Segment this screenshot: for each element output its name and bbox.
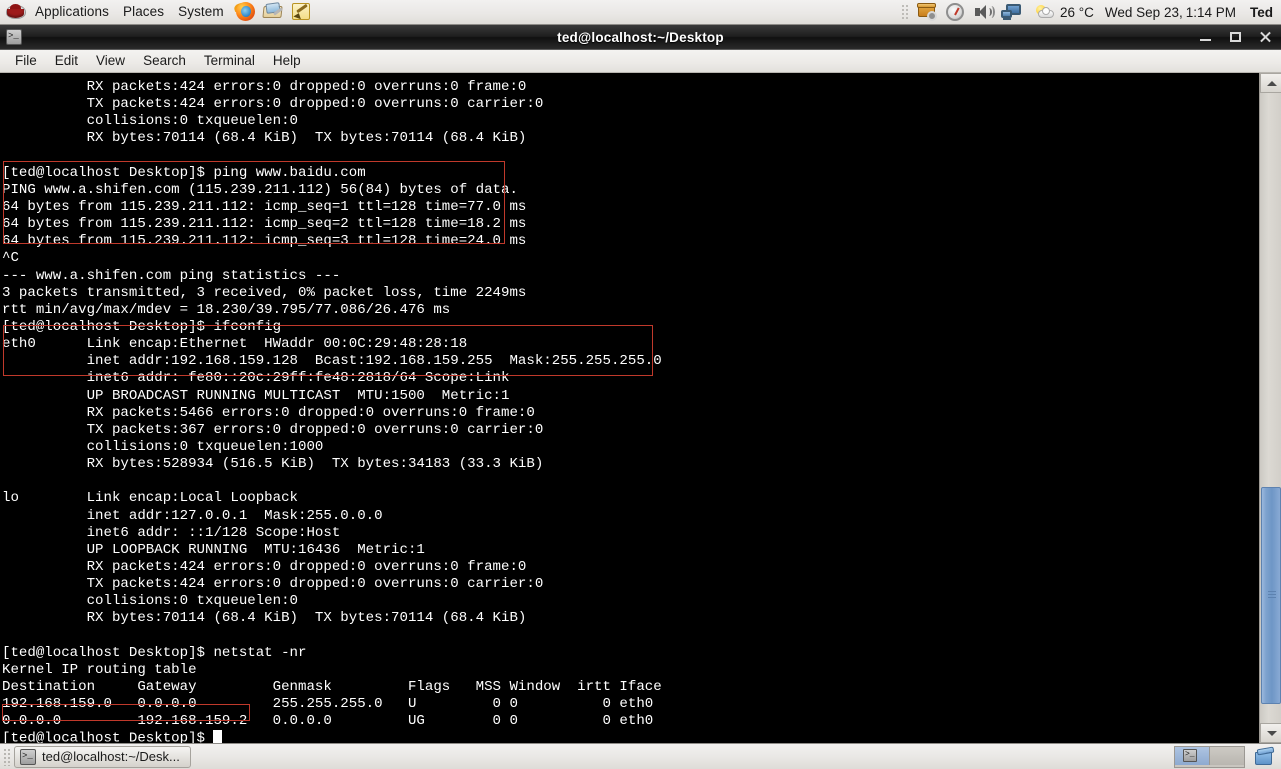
menu-places[interactable]: Places: [116, 0, 171, 24]
terminal-line: 192.168.159.0 0.0.0.0 255.255.255.0 U 0 …: [2, 696, 654, 713]
terminal-icon: [1183, 748, 1197, 762]
workspace-1[interactable]: [1175, 746, 1209, 765]
redhat-logo-icon: [6, 2, 26, 22]
minimize-button[interactable]: [1197, 29, 1213, 45]
menu-file[interactable]: File: [6, 50, 46, 72]
terminal-icon: [20, 748, 36, 765]
terminal-line: UP LOOPBACK RUNNING MTU:16436 Metric:1: [2, 541, 425, 558]
tray-separator-handle: [900, 4, 908, 20]
terminal-line: 64 bytes from 115.239.211.112: icmp_seq=…: [2, 233, 527, 250]
terminal-icon: [6, 29, 22, 45]
terminal-line: RX packets:424 errors:0 dropped:0 overru…: [2, 558, 527, 575]
menu-view[interactable]: View: [87, 50, 134, 72]
terminal-line: lo Link encap:Local Loopback: [2, 490, 299, 507]
window-menubar: File Edit View Search Terminal Help: [0, 50, 1281, 73]
scroll-down-button[interactable]: [1260, 723, 1281, 743]
terminal-line: TX packets:424 errors:0 dropped:0 overru…: [2, 96, 544, 113]
menu-edit[interactable]: Edit: [46, 50, 87, 72]
scrollbar-thumb[interactable]: [1261, 486, 1281, 705]
terminal-line: eth0 Link encap:Ethernet HWaddr 00:0C:29…: [2, 336, 468, 353]
top-panel: Applications Places System 26 °C Wed Sep…: [0, 0, 1281, 25]
terminal-line: RX bytes:70114 (68.4 KiB) TX bytes:70114…: [2, 130, 527, 147]
terminal-line: [ted@localhost Desktop]$ netstat -nr: [2, 644, 307, 661]
menu-help[interactable]: Help: [264, 50, 310, 72]
firefox-launcher-icon[interactable]: [232, 0, 258, 24]
menu-search[interactable]: Search: [134, 50, 195, 72]
chevron-down-icon: [1267, 731, 1277, 736]
desktop-root: Applications Places System 26 °C Wed Sep…: [0, 0, 1281, 769]
terminal-line: ^C: [2, 250, 19, 267]
terminal-line: inet addr:192.168.159.128 Bcast:192.168.…: [2, 353, 662, 370]
terminal-output[interactable]: RX packets:424 errors:0 dropped:0 overru…: [0, 73, 1259, 743]
terminal-vertical-scrollbar[interactable]: [1259, 73, 1281, 743]
window-title: ted@localhost:~/Desktop: [557, 29, 724, 45]
terminal-line: collisions:0 txqueuelen:0: [2, 593, 299, 610]
terminal-prompt: [ted@localhost Desktop]$: [2, 730, 214, 743]
terminal-line: rtt min/avg/max/mdev = 18.230/39.795/77.…: [2, 301, 451, 318]
terminal-line: RX packets:424 errors:0 dropped:0 overru…: [2, 79, 527, 95]
evolution-launcher-icon[interactable]: [260, 0, 286, 24]
terminal-body[interactable]: RX packets:424 errors:0 dropped:0 overru…: [0, 73, 1281, 743]
terminal-line: --- www.a.shifen.com ping statistics ---: [2, 267, 341, 284]
trash-icon[interactable]: [1253, 746, 1275, 768]
scroll-up-button[interactable]: [1260, 73, 1281, 93]
date-label[interactable]: Wed Sep 23,: [1105, 5, 1183, 20]
menu-applications[interactable]: Applications: [28, 0, 116, 24]
taskbar-item-label: ted@localhost:~/Desk...: [42, 749, 180, 764]
scrollbar-grip-icon: [1268, 591, 1276, 600]
workspace-2[interactable]: [1209, 746, 1244, 765]
gauge-icon[interactable]: [944, 1, 968, 23]
terminal-line: TX packets:367 errors:0 dropped:0 overru…: [2, 421, 544, 438]
terminal-prompt-line[interactable]: [ted@localhost Desktop]$: [2, 730, 1259, 743]
terminal-line: collisions:0 txqueuelen:0: [2, 113, 299, 130]
terminal-line: Destination Gateway Genmask Flags MSS Wi…: [2, 678, 662, 695]
window-titlebar[interactable]: ted@localhost:~/Desktop: [0, 25, 1281, 50]
username-label[interactable]: Ted: [1250, 5, 1273, 20]
close-button[interactable]: [1257, 29, 1273, 45]
top-panel-left: Applications Places System: [0, 0, 315, 24]
terminal-line: RX packets:5466 errors:0 dropped:0 overr…: [2, 404, 535, 421]
taskbar-item-terminal[interactable]: ted@localhost:~/Desk...: [14, 745, 191, 768]
chevron-up-icon: [1267, 81, 1277, 86]
gedit-launcher-icon[interactable]: [288, 0, 314, 24]
terminal-line: 3 packets transmitted, 3 received, 0% pa…: [2, 284, 527, 301]
terminal-line: [ted@localhost Desktop]$ ifconfig: [2, 318, 282, 335]
terminal-line: collisions:0 txqueuelen:1000: [2, 438, 324, 455]
partly-cloudy-icon: [1035, 3, 1055, 21]
bottom-panel-right: [1174, 745, 1281, 768]
bottom-panel: ted@localhost:~/Desk...: [0, 743, 1281, 769]
terminal-line: inet6 addr: ::1/128 Scope:Host: [2, 524, 341, 541]
workspace-switcher[interactable]: [1174, 745, 1245, 768]
terminal-window: ted@localhost:~/Desktop File Edit View S…: [0, 25, 1281, 743]
temperature-label: 26 °C: [1059, 4, 1094, 20]
top-panel-right: 26 °C Wed Sep 23, 1:14 PM Ted: [899, 0, 1281, 24]
terminal-line: inet6 addr: fe80::20c:29ff:fe48:2818/64 …: [2, 370, 510, 387]
panel-grip-handle: [3, 747, 10, 766]
terminal-line: 0.0.0.0 192.168.159.2 0.0.0.0 UG 0 0 0 e…: [2, 713, 654, 730]
terminal-line: 64 bytes from 115.239.211.112: icmp_seq=…: [2, 216, 527, 233]
window-controls: [1197, 29, 1281, 45]
terminal-line: 64 bytes from 115.239.211.112: icmp_seq=…: [2, 198, 527, 215]
terminal-line: PING www.a.shifen.com (115.239.211.112) …: [2, 181, 518, 198]
menu-terminal[interactable]: Terminal: [195, 50, 264, 72]
terminal-line: [ted@localhost Desktop]$ ping www.baidu.…: [2, 164, 366, 181]
terminal-line: inet addr:127.0.0.1 Mask:255.0.0.0: [2, 507, 383, 524]
block-cursor: [213, 730, 222, 743]
terminal-line: Kernel IP routing table: [2, 661, 197, 678]
volume-speaker-icon[interactable]: [972, 1, 996, 23]
time-label[interactable]: 1:14 PM: [1186, 5, 1236, 20]
menu-system[interactable]: System: [171, 0, 231, 24]
maximize-button[interactable]: [1227, 29, 1243, 45]
network-monitor-icon[interactable]: [1000, 1, 1024, 23]
terminal-line: TX packets:424 errors:0 dropped:0 overru…: [2, 576, 544, 593]
weather-applet[interactable]: 26 °C: [1035, 3, 1094, 21]
package-updater-icon[interactable]: [916, 1, 940, 23]
terminal-line: UP BROADCAST RUNNING MULTICAST MTU:1500 …: [2, 387, 510, 404]
terminal-line: RX bytes:70114 (68.4 KiB) TX bytes:70114…: [2, 610, 527, 627]
terminal-line: RX bytes:528934 (516.5 KiB) TX bytes:341…: [2, 456, 544, 473]
